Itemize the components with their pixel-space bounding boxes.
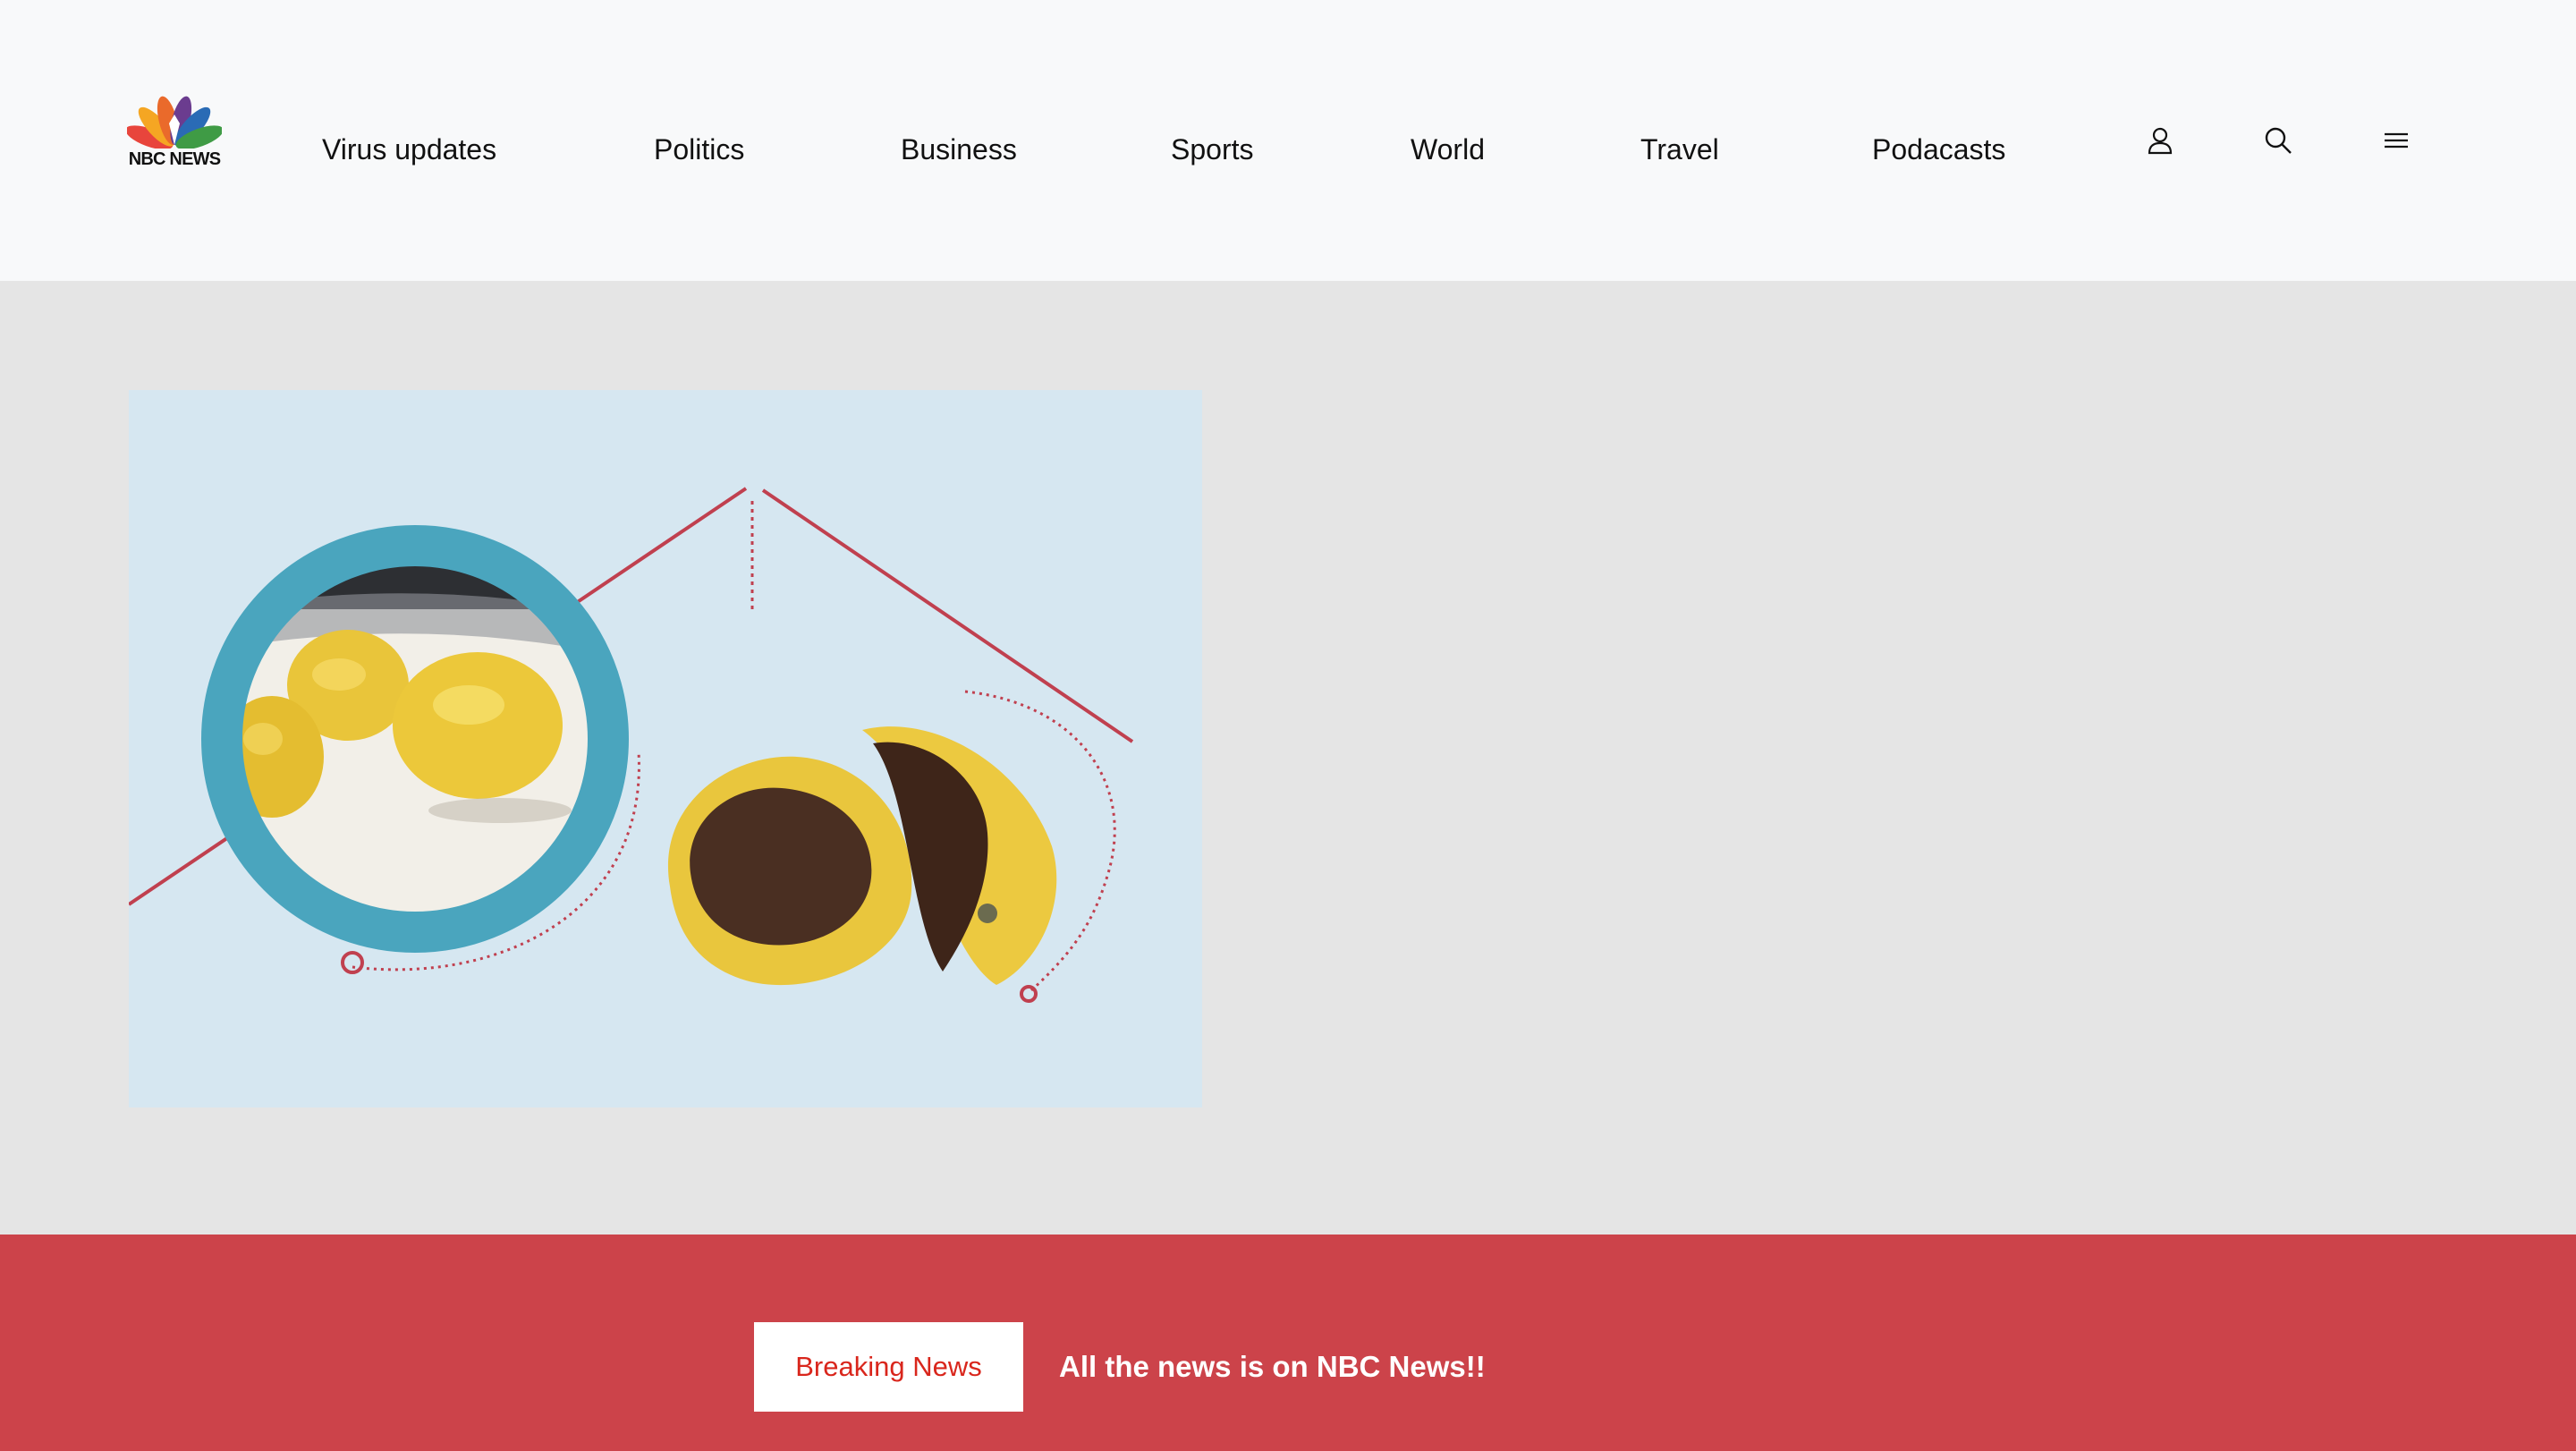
- user-icon[interactable]: [2145, 125, 2175, 156]
- breaking-news-banner: Breaking News All the news is on NBC New…: [0, 1235, 2576, 1451]
- nav-sports[interactable]: Sports: [1171, 127, 1253, 172]
- nav-virus-updates[interactable]: Virus updates: [322, 127, 496, 172]
- nav-podacasts[interactable]: Podacasts: [1872, 127, 2005, 172]
- hero-image[interactable]: [129, 390, 1202, 1107]
- search-icon[interactable]: [2263, 125, 2293, 156]
- nbc-news-logo[interactable]: NBC NEWS: [127, 93, 222, 168]
- nav-world[interactable]: World: [1411, 127, 1485, 172]
- logo-text: NBC NEWS: [128, 149, 221, 169]
- menu-icon[interactable]: [2381, 125, 2411, 156]
- nav-travel[interactable]: Travel: [1640, 127, 1719, 172]
- nav-politics[interactable]: Politics: [654, 127, 744, 172]
- banner-message: All the news is on NBC News!!: [1059, 1350, 1486, 1383]
- breaking-news-button[interactable]: Breaking News: [754, 1322, 1023, 1412]
- site-header: NBC NEWS Virus updates Politics Business…: [0, 0, 2576, 281]
- lemons-illustration: [129, 487, 1134, 1003]
- nav-business[interactable]: Business: [901, 127, 1017, 172]
- peacock-icon: [127, 96, 222, 148]
